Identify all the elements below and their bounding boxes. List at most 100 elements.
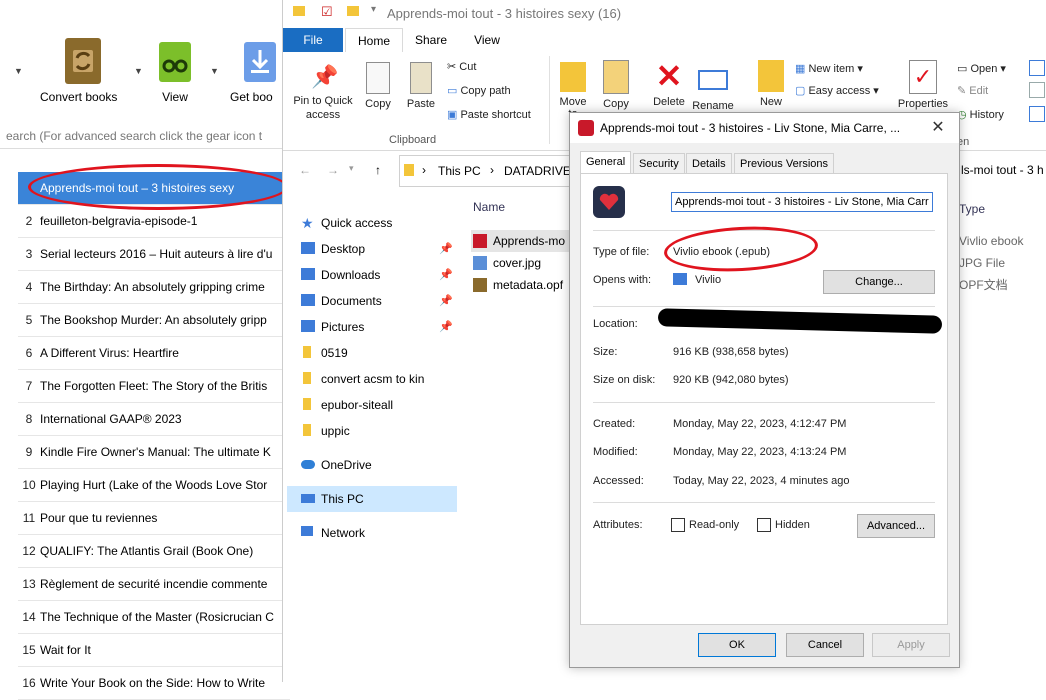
easy-access-label: Easy access ▾	[808, 85, 879, 97]
book-row-number: 16	[22, 676, 36, 690]
nav-item[interactable]: Documents 📌	[297, 288, 457, 314]
pin-icon[interactable]: 📌	[439, 314, 453, 340]
open-button[interactable]: ▭ Open ▾	[957, 62, 1006, 75]
nav-item[interactable]: 0519	[297, 340, 457, 366]
pin-to-quick-access-button[interactable]: 📌 Pin to Quick access	[287, 64, 359, 122]
checkmark-icon[interactable]: ☑	[321, 4, 333, 20]
book-title: International GAAP® 2023	[40, 412, 182, 426]
cut-button[interactable]: ✂ Cut	[447, 60, 476, 73]
nav-onedrive[interactable]: OneDrive	[297, 452, 457, 478]
filename-input[interactable]	[671, 192, 933, 212]
tab-security[interactable]: Security	[633, 153, 685, 174]
nav-label: Pictures	[321, 320, 365, 334]
tab-details[interactable]: Details	[686, 153, 732, 174]
change-button[interactable]: Change...	[823, 270, 935, 294]
book-row[interactable]: 12 QUALIFY: The Atlantis Grail (Book One)	[18, 535, 290, 568]
breadcrumb-drive[interactable]: DATADRIVE	[504, 164, 571, 178]
copy-path-button[interactable]: ▭ Copy path	[447, 84, 511, 97]
nav-network[interactable]: Network	[297, 520, 457, 546]
nav-label: This PC	[321, 492, 364, 506]
close-icon[interactable]: ✕	[923, 115, 953, 141]
pin-label: Pin to Quick access	[293, 95, 353, 121]
pin-icon[interactable]: 📌	[439, 262, 453, 288]
book-row[interactable]: 15 Wait for It	[18, 634, 290, 667]
tab-view[interactable]: View	[463, 28, 511, 52]
nav-item[interactable]: Desktop 📌	[297, 236, 457, 262]
cancel-button[interactable]: Cancel	[786, 633, 864, 657]
convert-books-button[interactable]: Convert books	[40, 38, 118, 104]
nav-item[interactable]: Pictures 📌	[297, 314, 457, 340]
rename-button[interactable]: Rename	[691, 60, 735, 112]
paste-shortcut-icon: ▣	[447, 109, 461, 121]
advanced-button[interactable]: Advanced...	[857, 514, 935, 538]
book-row[interactable]: 8 International GAAP® 2023	[18, 403, 290, 436]
tab-previous-versions[interactable]: Previous Versions	[734, 153, 835, 174]
book-row[interactable]: 7 The Forgotten Fleet: The Story of the B…	[18, 370, 290, 403]
invert-selection-icon[interactable]	[1029, 106, 1045, 122]
nav-label: epubor-siteall	[321, 398, 394, 412]
file-type-cell: Vivlio ebook	[959, 234, 1024, 248]
customize-quick-access-icon[interactable]: ▾	[371, 4, 376, 15]
nav-this-pc[interactable]: This PC	[287, 486, 457, 512]
book-row[interactable]: 9 Kindle Fire Owner's Manual: The ultimat…	[18, 436, 290, 469]
edit-button[interactable]: ✎ Edit	[957, 84, 988, 97]
select-none-icon[interactable]	[1029, 82, 1045, 98]
new-item-button[interactable]: ▦ New item ▾	[795, 62, 863, 75]
book-row[interactable]: 11 Pour que tu reviennes	[18, 502, 290, 535]
delete-button[interactable]: ✕ Delete	[649, 60, 689, 108]
nav-item[interactable]: convert acsm to kin	[297, 366, 457, 392]
divider	[593, 502, 935, 503]
recent-locations-icon[interactable]: ▾	[349, 163, 354, 174]
nav-item[interactable]: Downloads 📌	[297, 262, 457, 288]
book-row[interactable]: 4 The Birthday: An absolutely gripping cr…	[18, 271, 290, 304]
address-box[interactable]: › This PC › DATADRIVE	[399, 155, 573, 187]
pin-icon[interactable]: 📌	[439, 236, 453, 262]
column-header-type[interactable]: Type	[959, 200, 1046, 226]
new-item-label: New item ▾	[808, 63, 863, 75]
book-row[interactable]: 3 Serial lecteurs 2016 – Huit auteurs à l…	[18, 238, 290, 271]
search-input[interactable]: earch (For advanced search click the gea…	[0, 126, 296, 146]
apply-button[interactable]: Apply	[872, 633, 950, 657]
breadcrumb-this-pc[interactable]: This PC	[438, 164, 481, 178]
nav-label: uppic	[321, 424, 350, 438]
book-row[interactable]: 6 A Different Virus: Heartfire	[18, 337, 290, 370]
back-arrow-icon[interactable]: ←	[299, 163, 311, 177]
easy-access-button[interactable]: ▢ Easy access ▾	[795, 84, 879, 97]
get-books-button[interactable]: Get boo	[230, 38, 290, 104]
tab-file[interactable]: File	[283, 28, 343, 52]
hidden-label: Hidden	[775, 519, 810, 531]
tab-home[interactable]: Home	[345, 28, 403, 53]
chevron-down-icon[interactable]: ▼	[14, 66, 23, 76]
up-arrow-icon[interactable]: ↑	[375, 163, 381, 177]
tab-general[interactable]: General	[580, 151, 632, 174]
hidden-checkbox[interactable]	[757, 518, 771, 532]
book-row[interactable]: 13 Règlement de securité incendie comment…	[18, 568, 290, 601]
chevron-down-icon[interactable]: ▼	[210, 66, 219, 76]
pin-icon[interactable]: 📌	[439, 288, 453, 314]
read-only-checkbox[interactable]	[671, 518, 685, 532]
column-header-name[interactable]: Name	[473, 200, 505, 214]
view-button[interactable]: View	[140, 38, 210, 104]
nav-item[interactable]: uppic	[297, 418, 457, 444]
copy-to-button[interactable]: Copy	[597, 60, 635, 110]
book-row[interactable]: 10 Playing Hurt (Lake of the Woods Love S…	[18, 469, 290, 502]
new-folder-button[interactable]: New	[751, 60, 791, 108]
tab-share[interactable]: Share	[409, 28, 453, 52]
paste-button[interactable]: Paste	[403, 62, 439, 110]
search-box-fragment[interactable]: ls-moi tout - 3 h	[961, 163, 1044, 177]
book-row[interactable]: 14 The Technique of the Master (Rosicruci…	[18, 601, 290, 634]
forward-arrow-icon[interactable]: →	[327, 163, 339, 177]
properties-button[interactable]: ✓ Properties	[895, 60, 951, 110]
opens-with-value: Vivlio	[695, 274, 722, 286]
book-row[interactable]: 16 Write Your Book on the Side: How to Wr…	[18, 667, 290, 700]
nav-quick-access[interactable]: ★ Quick access	[297, 210, 457, 236]
paste-shortcut-button[interactable]: ▣ Paste shortcut	[447, 108, 531, 121]
nav-item[interactable]: epubor-siteall	[297, 392, 457, 418]
ok-button[interactable]: OK	[698, 633, 776, 657]
select-all-icon[interactable]	[1029, 60, 1045, 76]
history-button[interactable]: ◷ History	[957, 108, 1004, 121]
folder-icon	[303, 346, 311, 358]
open-icon: ▭	[957, 63, 971, 75]
book-row[interactable]: 5 The Bookshop Murder: An absolutely grip…	[18, 304, 290, 337]
copy-button[interactable]: Copy	[361, 62, 395, 110]
